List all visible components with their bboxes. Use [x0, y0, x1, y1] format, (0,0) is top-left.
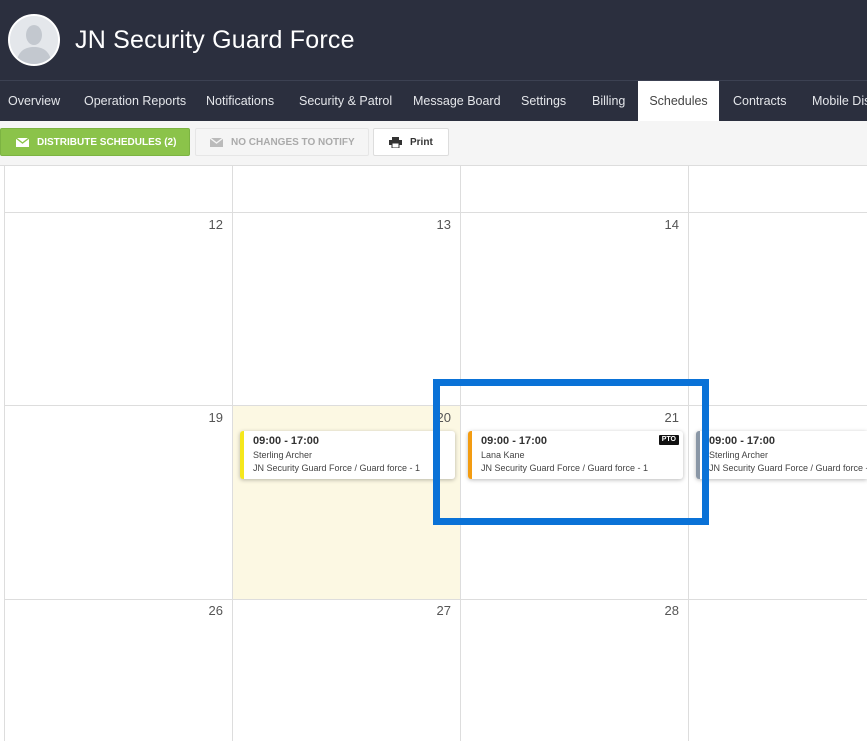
distribute-label: DISTRIBUTE SCHEDULES (2)	[37, 137, 177, 148]
grid-line	[4, 599, 867, 600]
day-number[interactable]: 14	[649, 217, 679, 232]
print-label: Print	[410, 137, 433, 148]
schedule-toolbar: DISTRIBUTE SCHEDULES (2) NO CHANGES TO N…	[0, 121, 867, 166]
nav-tab-notifications[interactable]: Notifications	[206, 81, 274, 122]
notify-changes-button[interactable]: NO CHANGES TO NOTIFY	[195, 128, 369, 156]
nav-tab-settings[interactable]: Settings	[521, 81, 566, 122]
day-number[interactable]: 26	[193, 603, 223, 618]
event-time: 09:00 - 17:00	[253, 435, 320, 447]
shift-event-card[interactable]: 09:00 - 17:00 Sterling Archer JN Securit…	[696, 431, 867, 479]
main-nav: Overview Operation Reports Notifications…	[0, 80, 867, 122]
grid-line	[4, 166, 5, 741]
nav-tab-billing[interactable]: Billing	[592, 81, 625, 122]
day-number[interactable]: 19	[193, 410, 223, 425]
event-guard-name: Sterling Archer	[253, 450, 313, 460]
nav-tab-mobile[interactable]: Mobile Dis	[812, 81, 867, 122]
day-number[interactable]: 28	[649, 603, 679, 618]
envelope-icon	[16, 138, 29, 147]
shift-event-card[interactable]: 09:00 - 17:00 Sterling Archer JN Securit…	[240, 431, 455, 479]
day-number[interactable]: 13	[421, 217, 451, 232]
event-time: 09:00 - 17:00	[709, 435, 776, 447]
org-title: JN Security Guard Force	[75, 26, 355, 54]
event-color-bar	[240, 431, 244, 479]
user-silhouette-icon	[10, 16, 58, 64]
day-number[interactable]: 12	[193, 217, 223, 232]
nav-tab-message-board[interactable]: Message Board	[413, 81, 501, 122]
event-site: JN Security Guard Force / Guard force - …	[709, 463, 867, 473]
nav-tab-schedules[interactable]: Schedules	[638, 81, 719, 122]
print-button[interactable]: Print	[373, 128, 449, 156]
nav-tab-overview[interactable]: Overview	[8, 81, 60, 122]
avatar[interactable]	[8, 14, 60, 66]
day-number[interactable]: 27	[421, 603, 451, 618]
nav-tab-operation-reports[interactable]: Operation Reports	[84, 81, 186, 122]
nav-tab-security-patrol[interactable]: Security & Patrol	[299, 81, 392, 122]
grid-line	[232, 166, 233, 741]
envelope-icon	[210, 138, 223, 147]
event-guard-name: Sterling Archer	[709, 450, 769, 460]
notify-label: NO CHANGES TO NOTIFY	[231, 137, 355, 148]
event-site: JN Security Guard Force / Guard force - …	[253, 463, 421, 473]
grid-line	[4, 212, 867, 213]
printer-icon	[389, 137, 402, 148]
distribute-schedules-button[interactable]: DISTRIBUTE SCHEDULES (2)	[0, 128, 190, 156]
app-header: JN Security Guard Force	[0, 0, 867, 80]
nav-tab-contracts[interactable]: Contracts	[733, 81, 787, 122]
highlight-box	[433, 379, 709, 525]
